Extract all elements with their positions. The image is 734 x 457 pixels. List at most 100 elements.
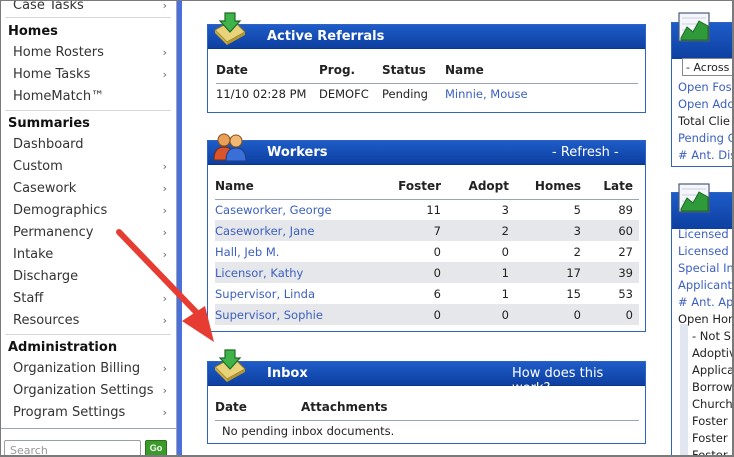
workers-table: Name Foster Adopt Homes Late Caseworker,… xyxy=(215,174,639,325)
worker-name-link[interactable]: Licensor, Kathy xyxy=(215,262,383,283)
sidebar-item-label: Casework xyxy=(13,181,77,196)
worker-name-link[interactable]: Hall, Jeb M. xyxy=(215,241,383,262)
worker-name-link[interactable]: Supervisor, Sophie xyxy=(215,304,383,325)
chevron-right-icon: › xyxy=(162,248,167,261)
sidebar-item-label: Case Tasks xyxy=(13,0,84,13)
chart-icon xyxy=(678,12,710,42)
foster-count: 0 xyxy=(383,304,447,325)
chevron-right-icon: › xyxy=(162,160,167,173)
panel-title: Workers xyxy=(267,145,328,160)
late-count: 27 xyxy=(618,244,633,259)
chevron-right-icon: › xyxy=(162,362,167,375)
sidebar-item-case-tasks[interactable]: Case Tasks › xyxy=(5,0,171,17)
referral-name-link[interactable]: Minnie, Mouse xyxy=(445,83,638,104)
sidebar-item-permanency[interactable]: Permanency › xyxy=(5,222,171,244)
sub-item: - Not S xyxy=(692,329,731,343)
active-referrals-panel: Active Referrals Date Prog. Status Name … xyxy=(207,24,646,113)
summary-text: Total Clie xyxy=(678,114,731,128)
chevron-right-icon: › xyxy=(162,46,167,59)
search-input[interactable]: Search xyxy=(4,440,141,457)
summary-scope-select[interactable]: - Across xyxy=(682,58,734,76)
homes-count: 17 xyxy=(515,262,587,283)
foster-count: 6 xyxy=(433,286,441,301)
table-row: Caseworker, Jane 7 2 3 60 xyxy=(215,220,639,241)
summary-link[interactable]: # Ant. Dis xyxy=(678,147,734,163)
column-header: Late xyxy=(587,174,639,200)
sidebar-item-home-rosters[interactable]: Home Rosters › xyxy=(5,42,171,64)
sub-item: Foster xyxy=(692,448,728,457)
empty-message: No pending inbox documents. xyxy=(222,423,395,438)
sidebar-item-homematch[interactable]: HomeMatch™ xyxy=(5,86,171,108)
sidebar-item-resources[interactable]: Resources › xyxy=(5,310,171,332)
panel-header: Active Referrals xyxy=(208,25,645,49)
sidebar-item-home-tasks[interactable]: Home Tasks › xyxy=(5,64,171,86)
indent-marker xyxy=(680,324,688,457)
homes-count: 5 xyxy=(573,202,581,217)
sub-item: Adoptiv xyxy=(692,346,734,360)
summary-link[interactable]: Licensed xyxy=(678,243,734,259)
homes-count: 15 xyxy=(566,286,581,301)
foster-count: 7 xyxy=(383,220,447,241)
worker-name-link[interactable]: Caseworker, George xyxy=(215,199,383,220)
late-count: 39 xyxy=(587,262,639,283)
sidebar-item-label: HomeMatch™ xyxy=(13,89,105,104)
summary-link[interactable]: Open Ado xyxy=(678,96,734,112)
sidebar-item-label: Dashboard xyxy=(13,137,84,152)
column-header: Date xyxy=(215,395,301,421)
column-header: Prog. xyxy=(319,58,382,84)
sidebar-item-label: Staff xyxy=(13,291,44,306)
column-header: Attachments xyxy=(301,395,639,421)
sidebar-item-custom[interactable]: Custom › xyxy=(5,156,171,178)
table-row: Caseworker, George 11 3 5 89 xyxy=(215,199,639,220)
divider xyxy=(5,17,171,18)
summary-link[interactable]: Licensed xyxy=(678,226,734,242)
homes-count: 3 xyxy=(515,220,587,241)
sidebar-item-staff[interactable]: Staff › xyxy=(5,288,171,310)
table-row: 11/10 02:28 PM DEMOFC Pending Minnie, Mo… xyxy=(216,83,638,104)
chevron-right-icon: › xyxy=(162,68,167,81)
referrals-table: Date Prog. Status Name 11/10 02:28 PM DE… xyxy=(216,58,638,104)
chevron-right-icon: › xyxy=(162,182,167,195)
left-sidebar: Case Tasks › Homes Home Rosters › Home T… xyxy=(0,0,177,457)
homes-count: 0 xyxy=(515,304,587,325)
sidebar-item-demographics[interactable]: Demographics › xyxy=(5,200,171,222)
table-row: Licensor, Kathy 0 1 17 39 xyxy=(215,262,639,283)
section-heading-summaries: Summaries xyxy=(8,116,90,131)
chart-icon xyxy=(678,183,710,213)
go-button[interactable]: Go xyxy=(145,440,167,457)
sidebar-item-intake[interactable]: Intake › xyxy=(5,244,171,266)
how-does-this-work-link[interactable]: How does this work? xyxy=(512,366,645,396)
sidebar-item-organization-billing[interactable]: Organization Billing › xyxy=(5,358,171,380)
column-header: Foster xyxy=(383,174,447,200)
sidebar-item-organization-settings[interactable]: Organization Settings › xyxy=(5,380,171,402)
foster-count: 11 xyxy=(426,202,441,217)
panel-header: Workers - Refresh - xyxy=(208,141,645,165)
divider xyxy=(5,334,171,335)
divider xyxy=(0,428,176,429)
chevron-right-icon: › xyxy=(162,406,167,419)
chevron-right-icon: › xyxy=(162,384,167,397)
summary-link[interactable]: Special In xyxy=(678,260,734,276)
worker-name-link[interactable]: Caseworker, Jane xyxy=(215,220,383,241)
chevron-right-icon: › xyxy=(162,0,167,12)
refresh-link[interactable]: - Refresh - xyxy=(552,145,619,160)
sidebar-item-program-settings[interactable]: Program Settings › xyxy=(5,402,171,424)
worker-name-link[interactable]: Supervisor, Linda xyxy=(215,283,383,304)
panel-title: Inbox xyxy=(267,366,308,381)
summary-link[interactable]: Pending C xyxy=(678,130,734,146)
sidebar-item-casework[interactable]: Casework › xyxy=(5,178,171,200)
summary-link[interactable]: Applicant xyxy=(678,277,734,293)
table-row: Supervisor, Sophie 0 0 0 0 xyxy=(215,304,639,325)
adopt-count: 2 xyxy=(447,220,515,241)
adopt-count: 0 xyxy=(501,244,509,259)
tray-download-icon xyxy=(214,12,246,45)
divider xyxy=(5,110,171,111)
sidebar-item-label: Organization Settings xyxy=(13,383,154,398)
summary-link[interactable]: Open Fos xyxy=(678,79,734,95)
sub-item: Church xyxy=(692,397,733,411)
foster-count: 0 xyxy=(433,244,441,259)
sidebar-item-dashboard[interactable]: Dashboard xyxy=(5,134,171,156)
sidebar-item-discharge[interactable]: Discharge xyxy=(5,266,171,288)
referral-program: DEMOFC xyxy=(319,86,369,101)
summary-link[interactable]: # Ant. Ap xyxy=(678,294,734,310)
